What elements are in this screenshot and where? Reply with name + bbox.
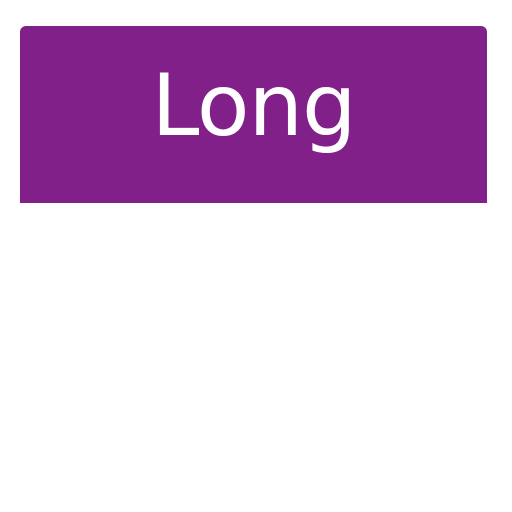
page: Long: [0, 0, 512, 512]
long-banner-button[interactable]: Long: [20, 26, 487, 203]
banner-label: Long: [151, 55, 356, 156]
